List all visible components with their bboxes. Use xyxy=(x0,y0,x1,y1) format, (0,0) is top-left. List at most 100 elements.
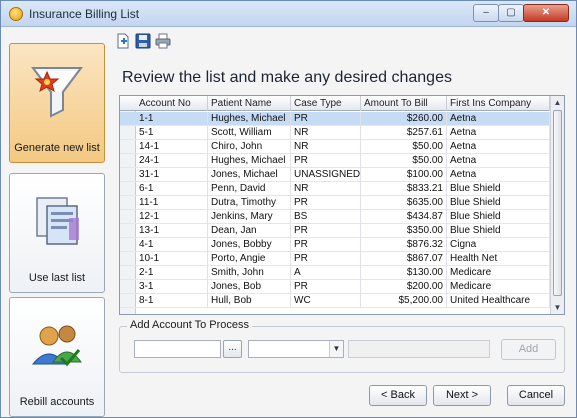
toolbar xyxy=(113,31,203,51)
cell-account-no: 11-1 xyxy=(136,196,208,210)
print-icon[interactable] xyxy=(155,33,171,49)
column-header-amount-to-bill[interactable]: Amount To Bill xyxy=(361,96,447,111)
table-row[interactable]: 5-1 Scott, William NR $257.61 Aetna xyxy=(120,126,564,140)
title-bar[interactable]: Insurance Billing List – ▢ ✕ xyxy=(1,1,576,27)
cell-amount-to-bill: $100.00 xyxy=(361,168,447,182)
back-button[interactable]: < Back xyxy=(369,385,427,406)
table-row[interactable]: 3-1 Jones, Bob PR $200.00 Medicare xyxy=(120,280,564,294)
cell-account-no: 1-1 xyxy=(136,112,208,126)
account-input[interactable] xyxy=(134,340,221,358)
cell-amount-to-bill: $876.32 xyxy=(361,238,447,252)
table-row[interactable]: 1-1 Hughes, Michael PR $260.00 Aetna xyxy=(120,112,564,126)
table-row[interactable]: 24-1 Hughes, Michael PR $50.00 Aetna xyxy=(120,154,564,168)
cell-case-type: NR xyxy=(291,140,361,154)
table-row[interactable]: 14-1 Chiro, John NR $50.00 Aetna xyxy=(120,140,564,154)
cell-first-ins-company: Aetna xyxy=(447,168,550,182)
page-title: Review the list and make any desired cha… xyxy=(122,69,452,86)
sidebar-item-label: Generate new list xyxy=(14,142,100,154)
chevron-down-icon[interactable]: ▼ xyxy=(329,341,343,357)
cell-account-no: 14-1 xyxy=(136,140,208,154)
cell-first-ins-company: Blue Shield xyxy=(447,210,550,224)
column-header-case-type[interactable]: Case Type xyxy=(291,96,361,111)
browse-account-button[interactable]: ... xyxy=(223,340,242,358)
scroll-down-icon[interactable]: ▼ xyxy=(553,303,562,312)
cell-account-no: 5-1 xyxy=(136,126,208,140)
cell-first-ins-company: Health Net xyxy=(447,252,550,266)
cell-first-ins-company: Blue Shield xyxy=(447,182,550,196)
minimize-button[interactable]: – xyxy=(473,4,499,22)
table-row[interactable]: 6-1 Penn, David NR $833.21 Blue Shield xyxy=(120,182,564,196)
sidebar-item-use-last-list[interactable]: Use last list xyxy=(9,173,105,293)
sidebar-item-generate-new-list[interactable]: Generate new list xyxy=(9,43,105,163)
cell-first-ins-company: Medicare xyxy=(447,266,550,280)
save-icon[interactable] xyxy=(135,33,151,49)
cell-patient-name: Scott, William xyxy=(208,126,291,140)
cell-first-ins-company: Aetna xyxy=(447,140,550,154)
cell-account-no: 6-1 xyxy=(136,182,208,196)
table-row[interactable]: 4-1 Jones, Bobby PR $876.32 Cigna xyxy=(120,238,564,252)
users-check-icon xyxy=(25,312,89,376)
cell-first-ins-company: Cigna xyxy=(447,238,550,252)
cell-case-type: A xyxy=(291,266,361,280)
table-row[interactable]: 13-1 Dean, Jan PR $350.00 Blue Shield xyxy=(120,224,564,238)
column-header-first-ins-company[interactable]: First Ins Company xyxy=(447,96,550,111)
cell-account-no: 13-1 xyxy=(136,224,208,238)
billing-grid[interactable]: Account No Patient Name Case Type Amount… xyxy=(119,95,565,315)
new-document-icon[interactable] xyxy=(115,33,131,49)
table-row[interactable]: 8-1 Hull, Bob WC $5,200.00 United Healthcare xyxy=(120,294,564,308)
sidebar-item-rebill-accounts[interactable]: Rebill accounts xyxy=(9,297,105,417)
cell-first-ins-company: Aetna xyxy=(447,154,550,168)
cell-account-no: 2-1 xyxy=(136,266,208,280)
cell-amount-to-bill: $833.21 xyxy=(361,182,447,196)
cell-amount-to-bill: $867.07 xyxy=(361,252,447,266)
cell-first-ins-company: Medicare xyxy=(447,280,550,294)
cell-account-no: 31-1 xyxy=(136,168,208,182)
cell-patient-name: Porto, Angie xyxy=(208,252,291,266)
cell-patient-name: Penn, David xyxy=(208,182,291,196)
cell-amount-to-bill: $200.00 xyxy=(361,280,447,294)
maximize-button[interactable]: ▢ xyxy=(498,4,524,22)
cell-account-no: 4-1 xyxy=(136,238,208,252)
app-icon xyxy=(9,7,23,21)
table-row[interactable]: 31-1 Jones, Michael UNASSIGNED $100.00 Aetna xyxy=(120,168,564,182)
sidebar-item-label: Use last list xyxy=(28,272,86,284)
cell-case-type: PR xyxy=(291,280,361,294)
cell-account-no: 8-1 xyxy=(136,294,208,308)
cell-first-ins-company: Blue Shield xyxy=(447,224,550,238)
sidebar: Generate new list Use last list Rebill a… xyxy=(9,35,107,417)
cancel-button[interactable]: Cancel xyxy=(507,385,565,406)
table-row[interactable]: 11-1 Dutra, Timothy PR $635.00 Blue Shield xyxy=(120,196,564,210)
next-button[interactable]: Next > xyxy=(433,385,491,406)
cell-amount-to-bill: $260.00 xyxy=(361,112,447,126)
cell-amount-to-bill: $434.87 xyxy=(361,210,447,224)
documents-icon xyxy=(25,188,89,252)
column-header-account-no[interactable]: Account No xyxy=(136,96,208,111)
cell-first-ins-company: Blue Shield xyxy=(447,196,550,210)
grid-header: Account No Patient Name Case Type Amount… xyxy=(120,96,564,111)
scroll-thumb[interactable] xyxy=(553,110,562,296)
add-button[interactable]: Add xyxy=(501,339,556,360)
cell-first-ins-company: United Healthcare xyxy=(447,294,550,308)
cell-amount-to-bill: $130.00 xyxy=(361,266,447,280)
table-row[interactable]: 2-1 Smith, John A $130.00 Medicare xyxy=(120,266,564,280)
cell-patient-name: Jones, Bob xyxy=(208,280,291,294)
cell-first-ins-company: Aetna xyxy=(447,112,550,126)
table-row[interactable]: 10-1 Porto, Angie PR $867.07 Health Net xyxy=(120,252,564,266)
cell-amount-to-bill: $50.00 xyxy=(361,140,447,154)
column-header-patient-name[interactable]: Patient Name xyxy=(208,96,291,111)
cell-account-no: 10-1 xyxy=(136,252,208,266)
cell-patient-name: Hughes, Michael xyxy=(208,112,291,126)
window-title: Insurance Billing List xyxy=(29,7,140,21)
vertical-scrollbar[interactable]: ▲ ▼ xyxy=(550,96,564,314)
cell-amount-to-bill: $5,200.00 xyxy=(361,294,447,308)
cell-case-type: NR xyxy=(291,182,361,196)
cell-patient-name: Jones, Michael xyxy=(208,168,291,182)
close-button[interactable]: ✕ xyxy=(523,4,569,22)
scroll-up-icon[interactable]: ▲ xyxy=(553,98,562,107)
cell-patient-name: Hughes, Michael xyxy=(208,154,291,168)
cell-patient-name: Dean, Jan xyxy=(208,224,291,238)
table-row[interactable]: 12-1 Jenkins, Mary BS $434.87 Blue Shield xyxy=(120,210,564,224)
cell-case-type: PR xyxy=(291,112,361,126)
cell-patient-name: Jenkins, Mary xyxy=(208,210,291,224)
cell-account-no: 24-1 xyxy=(136,154,208,168)
